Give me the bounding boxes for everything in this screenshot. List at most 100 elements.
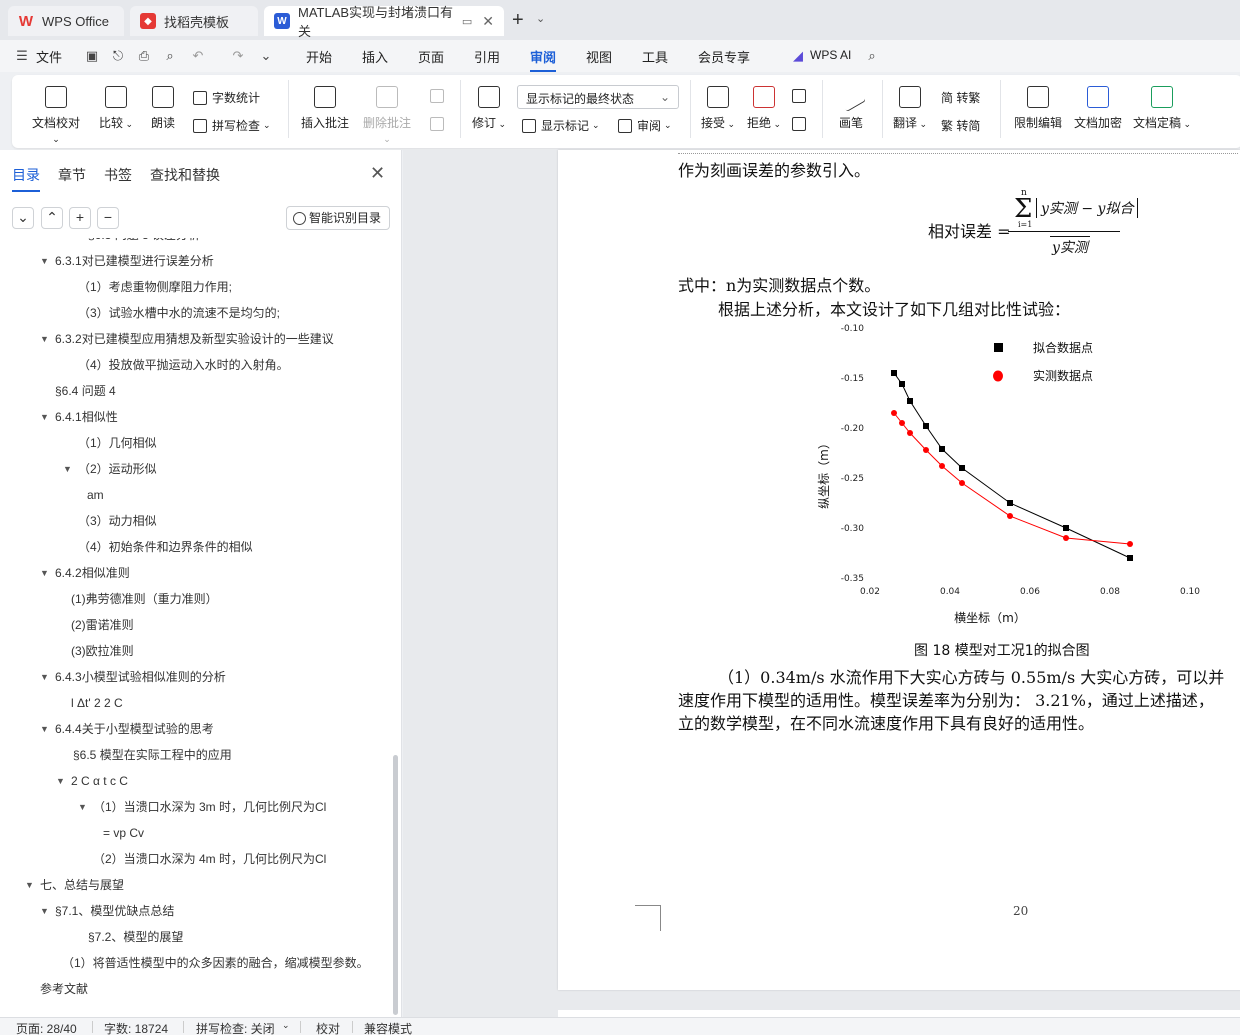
doc-check-button[interactable]: 文档校对 ⌄ <box>28 86 84 145</box>
next-change-button[interactable] <box>792 117 811 131</box>
remove-heading-button[interactable]: − <box>97 207 119 229</box>
tab-find-replace[interactable]: 查找和替换 <box>150 165 220 185</box>
tab-template[interactable]: ◆ 找稻壳模板 <box>130 6 258 36</box>
add-heading-button[interactable]: + <box>69 207 91 229</box>
pen-button[interactable]: 画笔 <box>834 81 868 131</box>
pen-icon <box>835 81 867 113</box>
tab-document[interactable]: W MATLAB实现与封堵溃口有关 ▭ ✕ <box>264 5 504 39</box>
expand-arrow-icon[interactable]: ▼ <box>40 404 49 430</box>
chevron-down-icon[interactable]: ⌄ <box>258 48 274 64</box>
menu-page[interactable]: 页面 <box>418 47 444 66</box>
expand-arrow-icon[interactable]: ▼ <box>40 898 49 924</box>
hamburger-icon[interactable]: ☰ <box>14 48 30 64</box>
prev-comment-button[interactable] <box>430 89 449 103</box>
menu-member[interactable]: 会员专享 <box>698 47 750 66</box>
scrollbar[interactable] <box>393 755 398 1015</box>
y-tick-label: -0.10 <box>841 324 865 334</box>
restrict-edit-button[interactable]: 限制编辑 <box>1012 86 1064 131</box>
revise-button[interactable]: 修订 ⌄ <box>470 86 508 131</box>
wps-logo-icon: W <box>18 12 34 30</box>
data-point-square <box>907 398 913 404</box>
tab-bookmarks[interactable]: 书签 <box>104 165 132 185</box>
expand-arrow-icon[interactable]: ▼ <box>56 768 65 794</box>
expand-arrow-icon[interactable]: ▼ <box>63 456 72 482</box>
to-simplified-button[interactable]: 繁 转简 <box>941 117 980 134</box>
expand-arrow-icon[interactable]: ▼ <box>40 716 49 742</box>
tab-toc[interactable]: 目录 <box>12 165 40 192</box>
redo-icon[interactable]: ↷ <box>230 48 246 64</box>
finalize-doc-icon <box>1151 86 1173 108</box>
print-icon[interactable]: ⎙ <box>136 48 152 64</box>
page-indicator[interactable]: 页面: 28/40 <box>16 1020 77 1035</box>
word-count[interactable]: 字数: 18724 <box>104 1020 168 1035</box>
toc-item-label: = vp Cv <box>103 826 145 840</box>
show-markup-button[interactable]: 显示标记 ⌄ <box>522 117 600 134</box>
menu-home[interactable]: 开始 <box>306 47 332 66</box>
expand-arrow-icon[interactable]: ▼ <box>78 794 87 820</box>
menu-tools[interactable]: 工具 <box>642 47 668 66</box>
undo-icon[interactable]: ↶ <box>190 48 206 64</box>
expand-arrow-icon[interactable]: ▼ <box>40 326 49 352</box>
proof-status[interactable]: 校对 <box>316 1020 340 1035</box>
word-count-icon <box>193 90 207 105</box>
markup-state-select[interactable]: 显示标记的最终状态 ⌄ <box>517 85 679 109</box>
expand-arrow-icon[interactable]: ▼ <box>25 872 34 898</box>
reject-button[interactable]: 拒绝 ⌄ <box>746 86 782 131</box>
menu-file[interactable]: 文件 <box>36 47 62 66</box>
word-doc-icon: W <box>274 13 290 29</box>
data-point-square <box>1063 525 1069 531</box>
chevron-down-icon: ⌄ <box>659 90 670 104</box>
doc-line: 根据上述分析，本文设计了如下几组对比性试验： <box>718 300 1071 319</box>
export-icon[interactable]: ⎋ <box>110 48 126 64</box>
read-aloud-button[interactable]: 朗读 <box>146 86 180 131</box>
data-point-square <box>899 381 905 387</box>
spell-check-status[interactable]: 拼写检查: 关闭 <box>196 1020 275 1035</box>
menu-view[interactable]: 视图 <box>586 47 612 66</box>
compare-button[interactable]: 比较 ⌄ <box>96 86 136 131</box>
next-comment-button[interactable] <box>430 117 449 131</box>
doc-line: 作为刻画误差的参数引入。 <box>678 161 871 180</box>
status-separator <box>300 1021 301 1033</box>
close-icon[interactable]: ✕ <box>482 13 494 30</box>
new-tab-icon[interactable]: + <box>512 9 524 32</box>
close-icon[interactable]: ✕ <box>370 163 385 184</box>
finalize-button[interactable]: 文档定稿 ⌄ <box>1132 86 1192 131</box>
toc-item-label: §7.1、模型优缺点总结 <box>55 904 175 918</box>
accept-button[interactable]: 接受 ⌄ <box>700 86 736 131</box>
print-preview-icon[interactable]: ⌕ <box>162 48 178 64</box>
translate-button[interactable]: 翻译 ⌄ <box>892 86 928 131</box>
search-icon[interactable]: ⌕ <box>864 48 880 64</box>
compare-icon <box>105 86 127 108</box>
chevron-down-icon[interactable]: ⌄ <box>282 1020 290 1031</box>
status-separator <box>92 1021 93 1033</box>
toc-item-label: 6.4.1相似性 <box>55 410 118 424</box>
encrypt-button[interactable]: 文档加密 <box>1072 86 1124 131</box>
review-pane-button[interactable]: 审阅 ⌄ <box>618 117 672 134</box>
menu-insert[interactable]: 插入 <box>362 47 388 66</box>
tab-wps-office[interactable]: W WPS Office <box>8 6 124 36</box>
chevron-down-icon[interactable]: ⌄ <box>536 12 545 25</box>
expand-arrow-icon[interactable]: ▼ <box>40 560 49 586</box>
tab-sections[interactable]: 章节 <box>58 165 86 185</box>
data-point-circle <box>891 410 897 416</box>
ribbon-separator <box>882 80 883 138</box>
prev-change-button[interactable] <box>792 89 811 103</box>
data-point-circle <box>907 430 913 436</box>
spell-check-button[interactable]: 拼写检查 ⌄ <box>193 117 271 134</box>
menu-review[interactable]: 审阅 <box>530 47 557 72</box>
menu-reference[interactable]: 引用 <box>474 47 500 66</box>
expand-arrow-icon[interactable]: ▼ <box>40 248 49 274</box>
to-traditional-button[interactable]: 简 转繁 <box>941 89 980 106</box>
data-point-circle <box>959 480 965 486</box>
menu-wps-ai[interactable]: WPS AI <box>810 48 851 62</box>
expand-arrow-icon[interactable]: ▼ <box>40 664 49 690</box>
insert-comment-button[interactable]: 插入批注 <box>300 86 350 131</box>
delete-comment-button[interactable]: 删除批注 ⌄ <box>360 86 414 145</box>
smart-toc-button[interactable]: 智能识别目录 <box>286 206 390 230</box>
collapse-down-button[interactable]: ⌄ <box>12 207 34 229</box>
collapse-up-button[interactable]: ⌃ <box>41 207 63 229</box>
y-tick-label: -0.25 <box>841 474 864 484</box>
word-count-button[interactable]: 字数统计 <box>193 89 260 106</box>
data-point-circle <box>1127 541 1133 547</box>
save-icon[interactable]: ▣ <box>84 48 100 64</box>
